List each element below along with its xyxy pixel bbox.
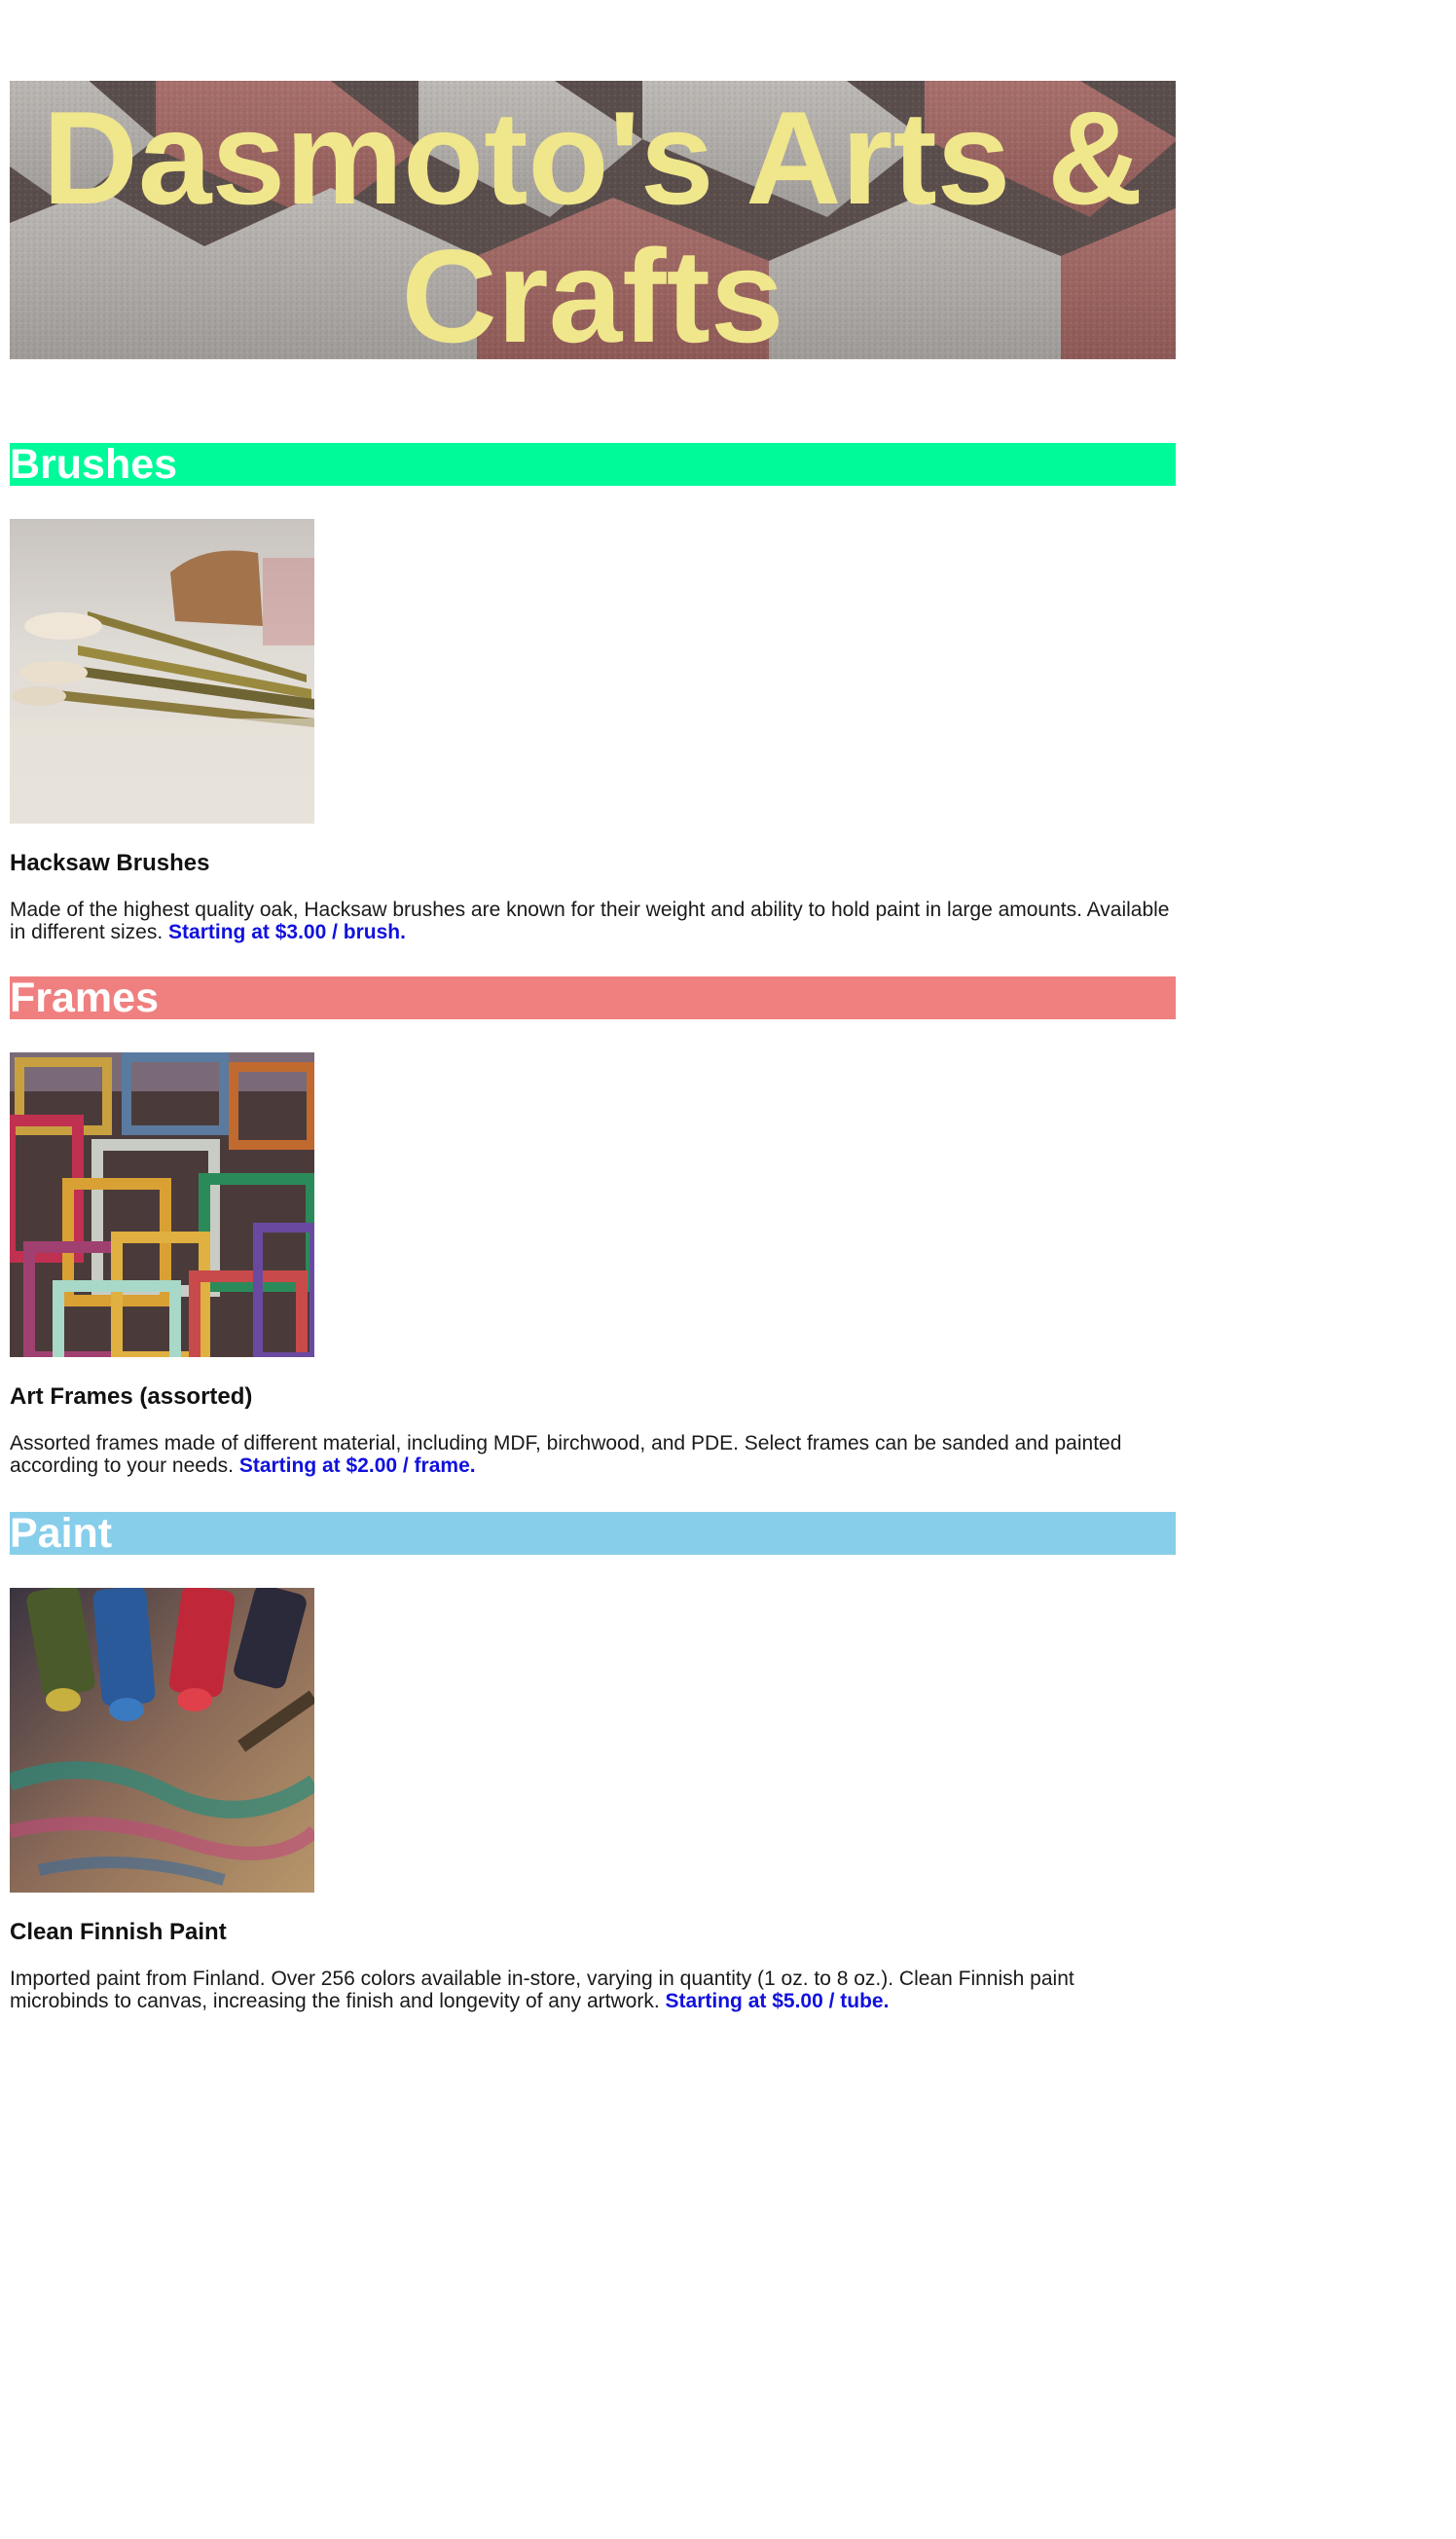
item-title-hacksaw-brushes: Hacksaw Brushes — [10, 850, 210, 876]
item-title-clean-finnish-paint: Clean Finnish Paint — [10, 1919, 227, 1945]
item-description-brushes: Made of the highest quality oak, Hacksaw… — [10, 899, 1176, 943]
brushes-photo — [10, 519, 314, 824]
site-title: Dasmoto's Arts & Crafts — [42, 84, 1144, 359]
price-frames: Starting at $2.00 / frame. — [238, 1454, 476, 1477]
price-brushes: Starting at $3.00 / brush. — [168, 921, 406, 943]
description-text: Assorted frames made of different materi… — [10, 1432, 1122, 1477]
section-heading-paint: Paint — [10, 1512, 1176, 1555]
item-title-art-frames: Art Frames (assorted) — [10, 1383, 253, 1410]
section-heading-brushes: Brushes — [10, 443, 1176, 486]
item-description-frames: Assorted frames made of different materi… — [10, 1432, 1176, 1477]
paint-photo — [10, 1588, 314, 1893]
page: Dasmoto's Arts & Crafts Brushes Hacksaw … — [0, 0, 1456, 2539]
price-paint: Starting at $5.00 / tube. — [665, 1990, 890, 2012]
header-banner: Dasmoto's Arts & Crafts — [10, 81, 1176, 359]
item-description-paint: Imported paint from Finland. Over 256 co… — [10, 1968, 1176, 2012]
description-text: Imported paint from Finland. Over 256 co… — [10, 1968, 1074, 2012]
section-heading-frames: Frames — [10, 976, 1176, 1019]
frames-photo — [10, 1052, 314, 1357]
